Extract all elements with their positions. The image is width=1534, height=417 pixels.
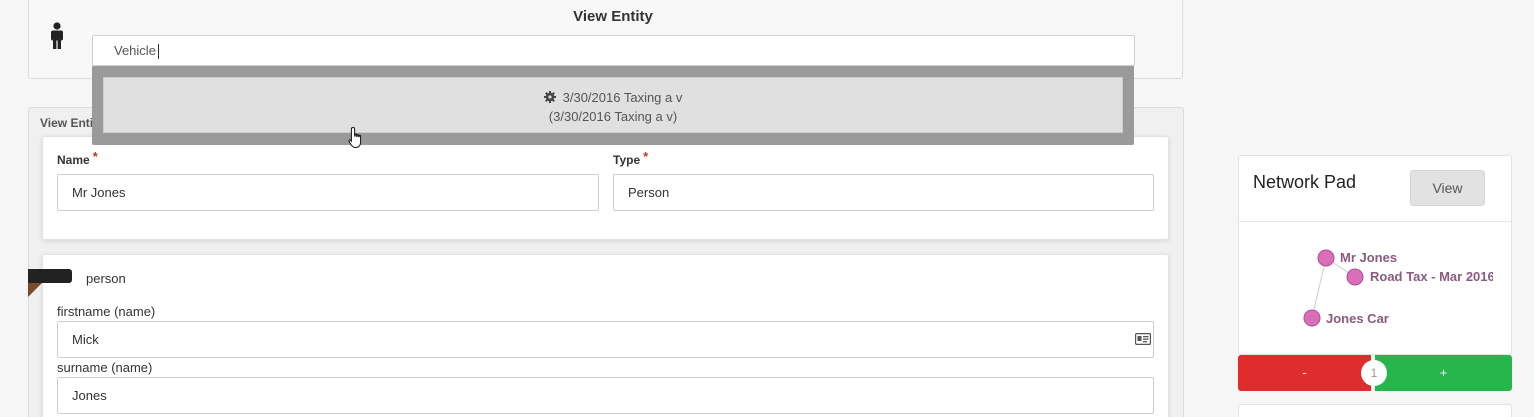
network-pad-title: Network Pad: [1253, 172, 1357, 192]
search-input-value: Vehicle: [114, 43, 156, 58]
card-tag: [28, 269, 72, 283]
zoom-in-button[interactable]: +: [1375, 355, 1512, 391]
view-button[interactable]: View: [1410, 170, 1485, 206]
graph-node[interactable]: [1346, 268, 1364, 286]
person-card-title: person: [86, 271, 126, 286]
person-icon: [51, 22, 63, 49]
firstname-field[interactable]: Mick: [57, 321, 1154, 358]
card-tag-fold: [28, 283, 42, 297]
name-field[interactable]: Mr Jones: [57, 174, 599, 211]
id-card-icon[interactable]: [1135, 333, 1151, 345]
gear-icon: [543, 91, 556, 103]
node-label-road-tax: Road Tax - Mar 2016: [1370, 269, 1493, 284]
entity-search-input[interactable]: Vehicle: [92, 35, 1135, 66]
next-panel: [1238, 404, 1512, 417]
zoom-out-button[interactable]: -: [1238, 355, 1371, 391]
option-title: 3/30/2016 Taxing a v: [562, 90, 683, 105]
surname-label: surname (name): [57, 360, 153, 375]
graph-node[interactable]: [1317, 249, 1335, 267]
network-graph[interactable]: Mr Jones Road Tax - Mar 2016 Jones Car: [1239, 222, 1493, 354]
page-title: View Entity: [573, 8, 653, 25]
surname-field[interactable]: Jones: [57, 377, 1154, 414]
type-field[interactable]: Person: [613, 174, 1154, 211]
type-label: Type *: [613, 149, 649, 167]
node-label-jones-car: Jones Car: [1326, 311, 1389, 326]
required-marker: *: [92, 149, 98, 164]
option-subtitle: (3/30/2016 Taxing a v): [548, 109, 678, 124]
name-label: Name *: [57, 149, 98, 167]
node-label-mr-jones: Mr Jones: [1340, 250, 1397, 265]
autocomplete-option[interactable]: 3/30/2016 Taxing a v (3/30/2016 Taxing a…: [103, 77, 1123, 133]
hand-cursor-icon: [348, 126, 362, 148]
graph-node[interactable]: [1303, 309, 1321, 327]
text-caret: [157, 44, 159, 60]
zoom-level-badge: 1: [1361, 360, 1387, 386]
required-marker: *: [643, 149, 649, 164]
firstname-label: firstname (name): [57, 304, 156, 319]
